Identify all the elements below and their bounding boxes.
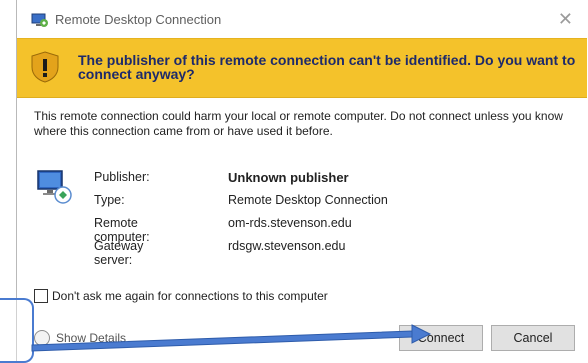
cancel-button[interactable]: Cancel [491, 325, 575, 351]
connect-button[interactable]: Connect [399, 325, 483, 351]
dont-ask-again-checkbox[interactable] [34, 289, 48, 303]
detail-label: Gateway server: [94, 239, 144, 267]
warning-shield-icon [31, 51, 59, 83]
remote-computer-icon [37, 170, 72, 204]
detail-value: rdsgw.stevenson.edu [228, 239, 346, 253]
detail-value: om-rds.stevenson.edu [228, 216, 352, 230]
warning-text: The publisher of this remote connection … [78, 52, 576, 82]
title-bar: Remote Desktop Connection ✕ [17, 0, 587, 38]
detail-value: Remote Desktop Connection [228, 193, 388, 207]
remote-desktop-icon [31, 13, 48, 27]
rdc-dialog: Remote Desktop Connection ✕ The publishe… [16, 0, 587, 363]
close-button[interactable]: ✕ [558, 9, 573, 30]
detail-value: Unknown publisher [228, 170, 349, 185]
chevron-down-icon[interactable] [34, 330, 50, 346]
annotation-callout [0, 298, 34, 363]
window-title: Remote Desktop Connection [55, 12, 222, 27]
dont-ask-again-label[interactable]: Don't ask me again for connections to th… [52, 289, 328, 303]
warning-banner: The publisher of this remote connection … [17, 38, 587, 98]
show-details-label[interactable]: Show Details [56, 331, 126, 345]
detail-label: Type: [94, 193, 125, 207]
warning-message: This remote connection could harm your l… [34, 109, 563, 138]
detail-label: Publisher: [94, 170, 150, 184]
